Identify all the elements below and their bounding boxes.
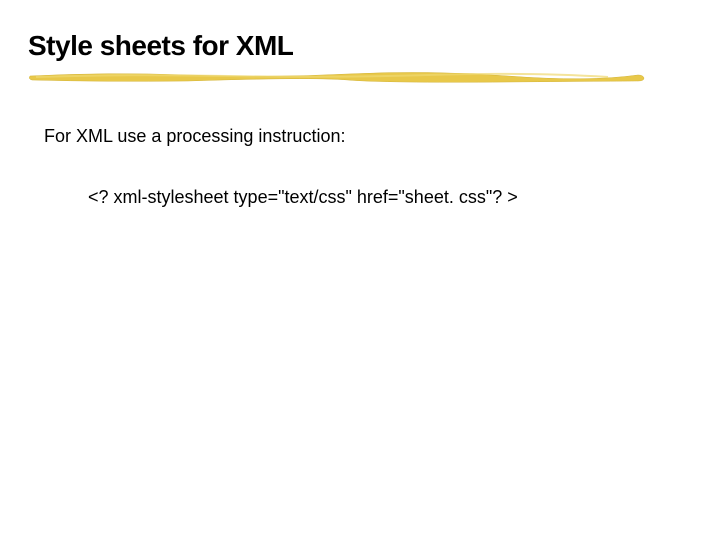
- slide-title: Style sheets for XML: [28, 30, 692, 62]
- code-example: <? xml-stylesheet type="text/css" href="…: [88, 187, 692, 208]
- slide-container: Style sheets for XML For XML use a proce…: [0, 0, 720, 238]
- intro-text: For XML use a processing instruction:: [44, 126, 692, 147]
- title-underline: [28, 66, 668, 90]
